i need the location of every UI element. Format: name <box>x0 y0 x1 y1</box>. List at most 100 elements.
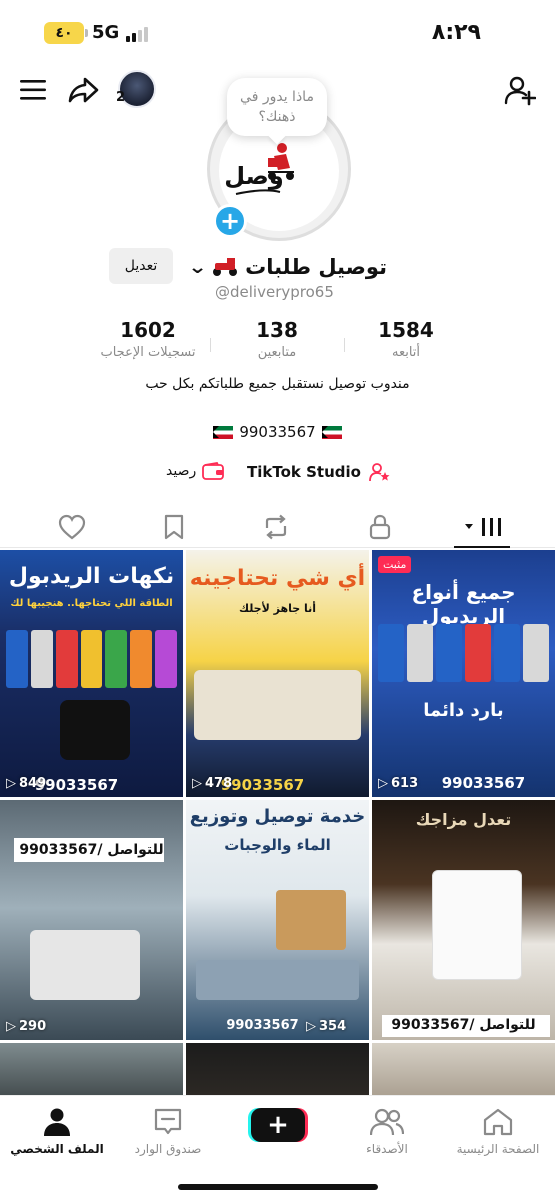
bio: مندوب توصيل نستقبل جميع طلباتكم بكل حب <box>145 376 410 392</box>
nav-home[interactable]: الصفحة الرئيسية <box>443 1104 553 1156</box>
share-icon[interactable] <box>66 74 102 106</box>
following-count: 1584 <box>378 318 434 342</box>
thumbnail-subtitle: أنا جاهز لأجلك <box>238 602 317 615</box>
video-thumbnail[interactable]: نكهات الريدبول الطاقة اللي تحتاجها.. هنج… <box>0 550 183 797</box>
clock: ٨:٢٩ <box>431 20 481 45</box>
following-label: أتابعه <box>391 345 421 360</box>
bag-image <box>432 870 522 980</box>
create-button[interactable]: + <box>251 1108 305 1142</box>
bio-phone: 99033567 <box>0 423 555 441</box>
svg-text:وصل: وصل <box>224 162 284 190</box>
add-friend-icon[interactable] <box>503 74 537 108</box>
thumbnail-title: خدمة توصيل وتوزيع <box>189 806 366 827</box>
username: @deliverypro65 <box>215 283 334 301</box>
grid-icon <box>465 518 501 536</box>
tiktok-studio-link[interactable]: TikTok Studio <box>247 462 391 482</box>
following-stat[interactable]: 1584 أتابعه <box>336 318 476 360</box>
tiktok-studio-label: TikTok Studio <box>247 463 361 481</box>
shops-image <box>194 670 361 740</box>
view-count: 354 <box>306 1019 346 1034</box>
product-image <box>378 624 549 682</box>
tab-favorites[interactable] <box>154 512 194 542</box>
thumbnail-title: نكهات الريدبول <box>8 564 175 589</box>
bottom-nav: الصفحة الرئيسية الأصدقاء + صندوق الوارد … <box>0 1095 555 1200</box>
chevron-down-icon: ⌄ <box>187 256 208 278</box>
nav-friends[interactable]: الأصدقاء <box>332 1104 442 1156</box>
nav-inbox[interactable]: صندوق الوارد <box>113 1104 223 1156</box>
kuwait-flag-icon <box>213 425 234 439</box>
nav-home-label: الصفحة الرئيسية <box>456 1142 540 1156</box>
thumbnail-subtitle: الطاقة اللي تحتاجها.. هنجيبها لك <box>10 598 173 609</box>
display-name-row[interactable]: ⌄ توصيل طلبات <box>187 250 387 284</box>
thumbnail-caption: للتواصل /99033567 <box>19 842 164 858</box>
profile-icon <box>44 1108 70 1136</box>
video-thumbnail[interactable]: تعدل مزاجك للتواصل /99033567 <box>372 800 555 1040</box>
story-count: 2 <box>116 90 126 105</box>
tab-videos[interactable] <box>462 512 506 542</box>
menu-icon[interactable] <box>18 76 50 104</box>
status-bubble[interactable]: ماذا يدور في ذهنك؟ <box>227 78 327 136</box>
profile-tabs <box>0 506 555 548</box>
product-image <box>6 630 178 688</box>
thumbnail-subtitle: الماء والوجبات <box>224 836 331 854</box>
heart-icon <box>58 514 86 540</box>
thumbnail-subtitle: بارد دائما <box>423 700 504 721</box>
likes-stat[interactable]: 1602 تسجيلات الإعجاب <box>78 318 218 360</box>
status-bar: ٤٠ 5G ٨:٢٩ <box>0 0 555 64</box>
creator-star-icon <box>369 463 390 482</box>
nav-friends-label: الأصدقاء <box>366 1142 408 1156</box>
nav-inbox-label: صندوق الوارد <box>134 1142 202 1156</box>
thumbnail-title: جميع أنواع الريدبول <box>411 580 516 628</box>
video-thumbnail[interactable]: للتواصل /99033567 290 <box>0 800 183 1040</box>
video-grid: نكهات الريدبول الطاقة اللي تحتاجها.. هنج… <box>0 550 555 1095</box>
tab-reposts[interactable] <box>256 512 296 542</box>
bookmark-icon <box>164 514 184 540</box>
scooter-icon <box>211 257 239 277</box>
view-count: 290 <box>6 1019 46 1034</box>
nav-profile[interactable]: الملف الشخصي <box>2 1104 112 1156</box>
home-indicator <box>178 1184 378 1190</box>
kuwait-flag-icon <box>321 425 342 439</box>
balance-label: رصيد <box>166 463 197 479</box>
inbox-icon <box>154 1108 182 1135</box>
workers-image <box>196 960 359 1000</box>
edit-profile-button[interactable]: تعديل <box>109 248 173 284</box>
display-name: توصيل طلبات <box>245 255 387 279</box>
thumbnail-title: أي شي تحتاجينه <box>189 566 366 591</box>
signal-icon <box>126 26 148 42</box>
delivery-logo-icon: وصل <box>224 143 294 195</box>
phone-number: 99033567 <box>239 423 316 441</box>
view-count: 613 <box>378 776 418 791</box>
network-type: 5G <box>92 22 120 43</box>
tab-private[interactable] <box>360 512 400 542</box>
followers-count: 138 <box>256 318 298 342</box>
product-boxes-image <box>30 930 140 1000</box>
profile-links: TikTok Studio رصيد <box>0 462 555 490</box>
followers-stat[interactable]: 138 متابعين <box>207 318 347 360</box>
home-icon <box>483 1108 513 1136</box>
video-thumbnail[interactable] <box>372 1043 555 1095</box>
nav-profile-label: الملف الشخصي <box>10 1142 104 1156</box>
view-count: 849 <box>6 776 46 791</box>
followers-label: متابعين <box>257 345 297 360</box>
repost-icon <box>265 514 287 540</box>
battery-indicator: ٤٠ <box>44 22 88 44</box>
courier-image <box>60 700 130 760</box>
likes-label: تسجيلات الإعجاب <box>100 345 196 360</box>
likes-count: 1602 <box>120 318 176 342</box>
pinned-badge: مثبت <box>378 556 412 573</box>
video-thumbnail[interactable] <box>0 1043 183 1095</box>
tab-liked[interactable] <box>52 512 92 542</box>
thumbnail-subtitle: تعدل مزاجك <box>415 810 512 829</box>
balance-link[interactable]: رصيد <box>166 462 225 480</box>
video-thumbnail[interactable]: مثبت جميع أنواع الريدبول بارد دائما 9903… <box>372 550 555 797</box>
video-thumbnail[interactable]: أي شي تحتاجينه أنا جاهز لأجلك 99033567 4… <box>186 550 369 797</box>
add-story-button[interactable]: + <box>213 204 247 238</box>
lock-icon <box>369 514 391 540</box>
thumbnail-caption: للتواصل /99033567 <box>391 1017 536 1033</box>
wallet-icon <box>202 462 225 480</box>
video-thumbnail[interactable] <box>186 1043 369 1095</box>
active-tab-indicator <box>454 546 510 548</box>
video-thumbnail[interactable]: خدمة توصيل وتوزيع الماء والوجبات 9903356… <box>186 800 369 1040</box>
thumbnail-phone: 99033567 <box>441 774 526 792</box>
